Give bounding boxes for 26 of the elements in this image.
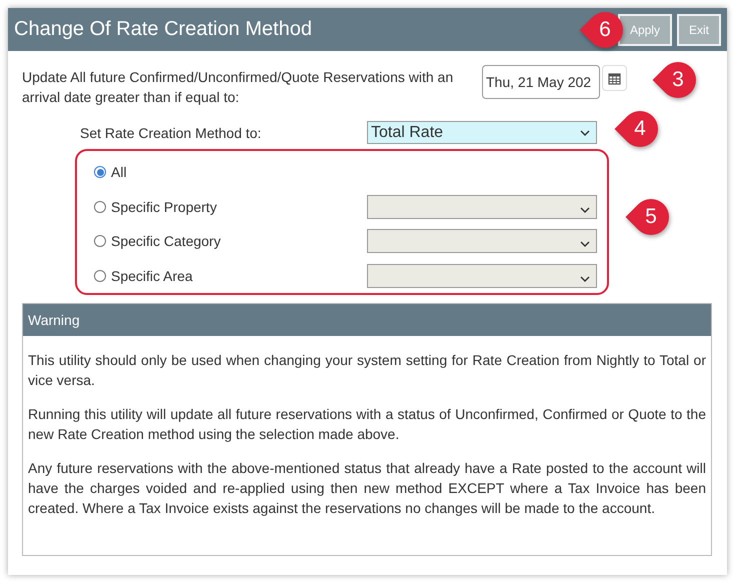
radio-option[interactable]: Specific Category <box>94 233 367 250</box>
radio-option[interactable]: All <box>94 164 367 180</box>
chevron-icon <box>580 206 590 213</box>
description-text: Update All future Confirmed/Unconfirmed/Quote Reservations with an arrival date greater than if equal to: <box>22 68 454 107</box>
radio-button[interactable] <box>94 166 106 178</box>
radio-button[interactable] <box>94 270 106 282</box>
chevron-icon <box>580 241 590 248</box>
calendar-button[interactable] <box>602 65 627 91</box>
chevron-icon <box>580 130 590 136</box>
calendar-icon <box>608 72 621 84</box>
warning-title: Warning <box>23 304 711 336</box>
radio-option[interactable]: Specific Area <box>94 268 367 284</box>
radio-option[interactable]: Specific Property <box>94 198 367 215</box>
dropdown-field[interactable] <box>367 264 597 288</box>
field-label: Set Rate Creation Method to: <box>80 124 262 140</box>
warning-paragraph: This utility should only be used when changing your system setting for Rate Creation from Nightly to Total or vice versa. <box>28 351 706 390</box>
radio-button[interactable] <box>94 235 106 248</box>
warning-paragraph: Running this utility will update all future reservations with a status of Unconfirmed, Confirmed or Quote to the new Rate Creation method using the selection made above. <box>28 405 706 444</box>
date-field[interactable]: Thu, 21 May 202 <box>482 65 600 99</box>
radio-button[interactable] <box>94 200 106 213</box>
chevron-icon <box>580 276 590 282</box>
dropdown-field[interactable] <box>367 229 597 254</box>
window-title: Change Of Rate Creation Method <box>14 18 312 41</box>
rate-method-dropdown[interactable]: Total Rate <box>367 121 597 144</box>
dropdown-field[interactable] <box>367 194 597 219</box>
warning-paragraph: Any future reservations with the above-mentioned status that already have a Rate posted to the account will have the charges voided and re-applied using then new method EXCEPT where a Tax Invoice has been created. Where a Tax Invoice exists against the reservations no changes will be made to the account. <box>28 459 706 518</box>
